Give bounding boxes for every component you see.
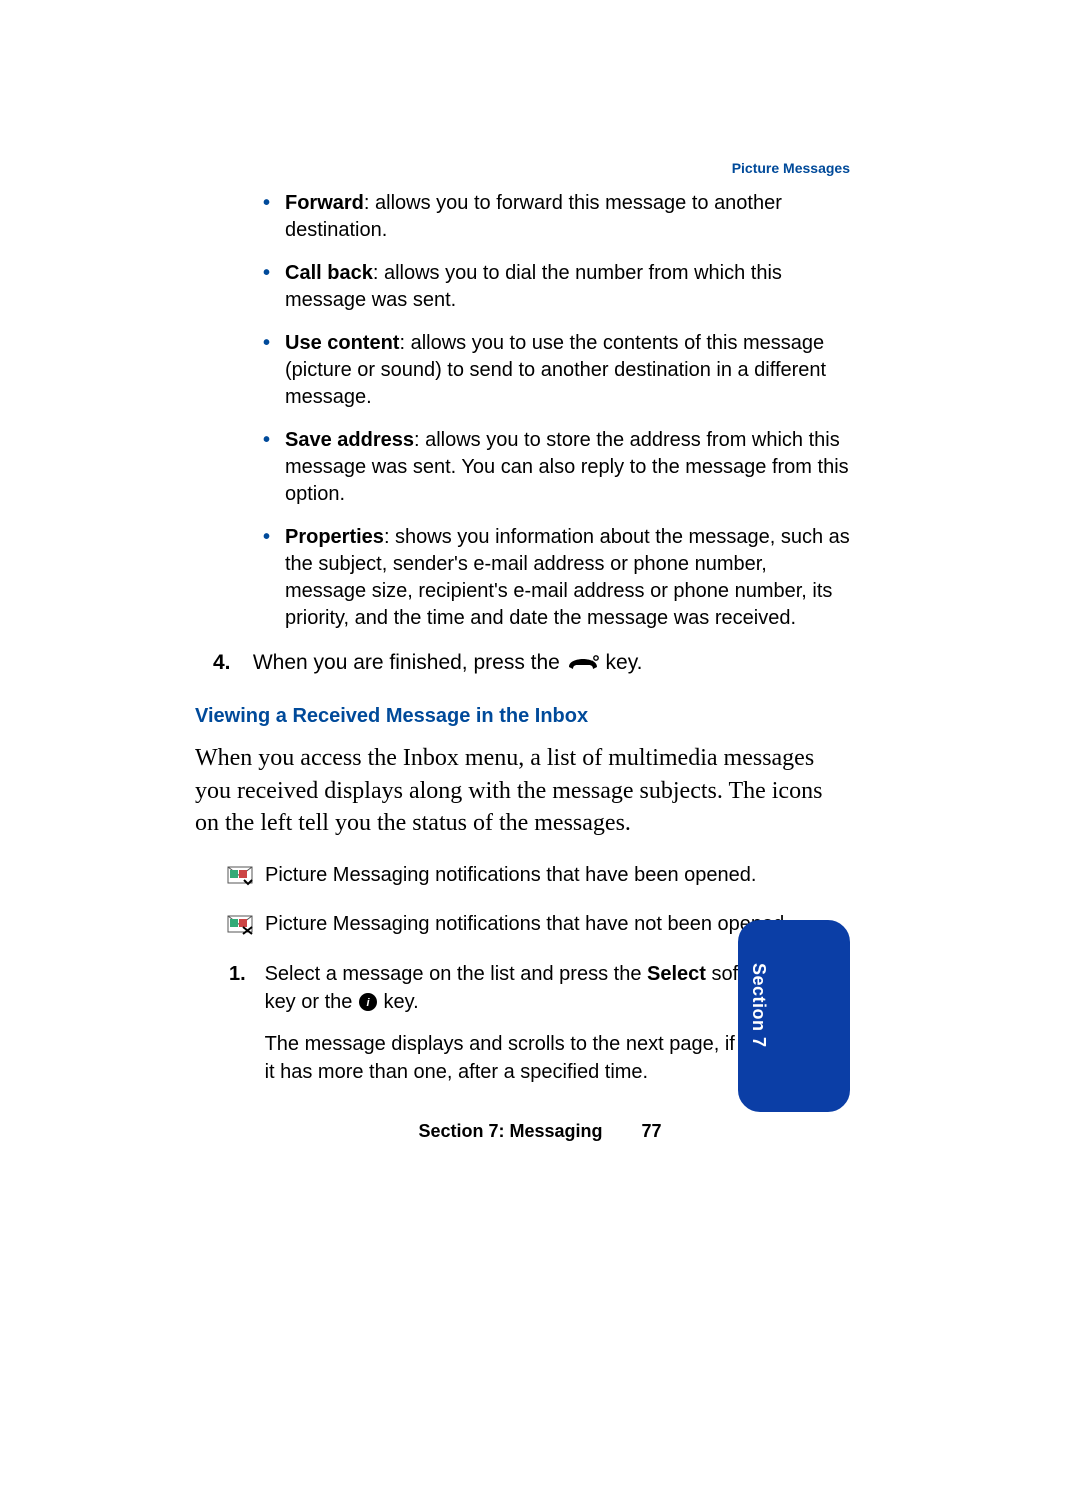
term: Properties <box>285 526 384 548</box>
icon-line-text: Picture Messaging notifications that hav… <box>265 911 790 938</box>
term: Save address <box>285 429 414 451</box>
step-text-pre: When you are finished, press the <box>253 651 566 674</box>
list-item: Properties: shows you information about … <box>263 524 850 632</box>
page-footer: Section 7: Messaging 77 <box>0 1121 1080 1142</box>
step-number: 1. <box>229 960 259 988</box>
text: Select a message on the list and press t… <box>265 963 647 985</box>
text: The message displays and scrolls to the … <box>265 1030 745 1086</box>
section-tab: Section 7 <box>738 920 850 1112</box>
term: Use content <box>285 332 399 354</box>
section-tab-label: Section 7 <box>748 963 769 1048</box>
intro-paragraph: When you access the Inbox menu, a list o… <box>195 742 850 839</box>
list-item: Use content: allows you to use the conte… <box>263 330 850 411</box>
icon-line-text: Picture Messaging notifications that hav… <box>265 862 756 889</box>
subheading: Viewing a Received Message in the Inbox <box>195 705 850 728</box>
end-call-icon <box>566 654 600 672</box>
step-number: 4. <box>213 648 247 677</box>
term: Call back <box>285 262 373 284</box>
step-4: 4. When you are finished, press the key. <box>213 648 850 677</box>
page-number: 77 <box>642 1121 662 1142</box>
unopened-notification-icon <box>227 913 253 935</box>
footer-section-label: Section 7: Messaging <box>418 1121 602 1141</box>
running-head: Picture Messages <box>732 160 850 176</box>
list-item: Forward: allows you to forward this mess… <box>263 190 850 244</box>
list-item: Save address: allows you to store the ad… <box>263 427 850 508</box>
select-label: Select <box>647 963 706 985</box>
text: key. <box>384 991 419 1013</box>
options-bullet-list: Forward: allows you to forward this mess… <box>263 190 850 632</box>
opened-notification-icon <box>227 864 253 886</box>
list-item: Call back: allows you to dial the number… <box>263 260 850 314</box>
icon-line-opened: Picture Messaging notifications that hav… <box>227 862 850 889</box>
ok-key-icon: i <box>358 992 378 1012</box>
term: Forward <box>285 192 364 214</box>
step-text-post: key. <box>606 651 643 674</box>
